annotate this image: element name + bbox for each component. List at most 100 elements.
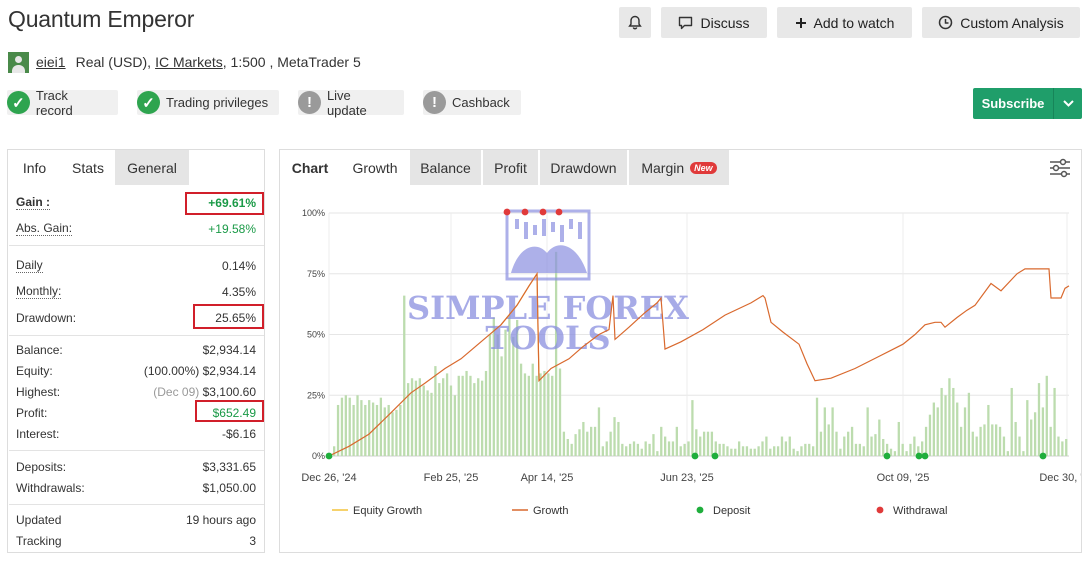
deposit-marker bbox=[915, 452, 923, 460]
y-tick-label: 50% bbox=[307, 330, 325, 340]
watermark-candle bbox=[560, 225, 564, 242]
clock-icon bbox=[939, 15, 953, 30]
legend-label: Deposit bbox=[713, 505, 750, 517]
broker-link[interactable]: IC Markets bbox=[155, 54, 223, 70]
withdrawal-marker bbox=[555, 208, 563, 216]
profit-bar bbox=[734, 448, 737, 456]
profit-bar bbox=[531, 363, 534, 456]
profit-bar bbox=[636, 443, 640, 456]
user-link[interactable]: eiei1 bbox=[36, 54, 66, 70]
profit-bar bbox=[784, 441, 788, 456]
profit-bar bbox=[664, 436, 667, 456]
profit-bar bbox=[601, 446, 604, 456]
profit-bar bbox=[761, 441, 764, 456]
tab-balance[interactable]: Balance bbox=[410, 150, 481, 185]
tab-profit[interactable]: Profit bbox=[483, 150, 538, 185]
profit-bar bbox=[352, 404, 355, 456]
tab-general[interactable]: General bbox=[115, 150, 189, 185]
stat-label: Tracking bbox=[16, 534, 62, 548]
profit-bar bbox=[430, 392, 433, 456]
profit-bar bbox=[558, 368, 562, 456]
settings-sliders-icon[interactable] bbox=[1049, 158, 1071, 178]
avatar[interactable] bbox=[8, 51, 29, 73]
profit-bar bbox=[438, 383, 441, 456]
badge-trading-privileges[interactable]: ✓ Trading privileges bbox=[137, 90, 279, 115]
profit-bar bbox=[726, 446, 729, 456]
profit-bar bbox=[1053, 387, 1056, 456]
stat-value: $3,331.65 bbox=[202, 460, 256, 474]
badge-label: Trading privileges bbox=[166, 95, 269, 110]
tab-growth[interactable]: Growth bbox=[342, 150, 408, 185]
stat-deposits: Deposits: $3,331.65 bbox=[16, 457, 256, 477]
profit-bar bbox=[749, 448, 752, 456]
profit-bar bbox=[551, 375, 554, 456]
custom-analysis-button[interactable]: Custom Analysis bbox=[922, 7, 1080, 38]
profit-bar bbox=[632, 441, 636, 456]
tab-margin[interactable]: Margin New bbox=[629, 150, 729, 185]
profit-bar bbox=[473, 383, 476, 456]
tab-info[interactable]: Info bbox=[8, 150, 61, 185]
badge-cashback[interactable]: ! Cashback bbox=[423, 90, 521, 115]
chart-tabs: Chart Growth Balance Profit Drawdown Mar… bbox=[280, 150, 731, 185]
profit-bar bbox=[368, 400, 371, 456]
stat-highest: Highest: (Dec 09) $3,100.60 bbox=[16, 382, 256, 402]
profit-bar bbox=[644, 441, 647, 456]
badge-track-record[interactable]: ✓ Track record bbox=[7, 88, 118, 118]
notify-button[interactable] bbox=[619, 7, 651, 38]
stat-value: 4.35% bbox=[221, 285, 256, 299]
chat-icon bbox=[679, 16, 693, 29]
profit-bar bbox=[442, 378, 445, 456]
stat-value: +19.58% bbox=[208, 222, 256, 236]
watermark-bull-bear bbox=[511, 245, 587, 273]
divider bbox=[9, 504, 264, 505]
profit-bar bbox=[414, 380, 418, 456]
profit-bar bbox=[808, 443, 811, 456]
profit-bar bbox=[956, 402, 959, 456]
subscribe-button[interactable]: Subscribe bbox=[973, 88, 1082, 119]
profit-bar bbox=[905, 451, 908, 456]
highlight-box bbox=[195, 400, 264, 422]
profit-bar bbox=[811, 446, 815, 456]
profit-bar bbox=[434, 366, 437, 456]
add-to-watch-button[interactable]: Add to watch bbox=[777, 7, 912, 38]
stat-equity: Equity: (100.00%) $2,934.14 bbox=[16, 361, 256, 381]
profit-bar bbox=[687, 441, 690, 456]
stat-tracking: Tracking 3 bbox=[16, 531, 256, 551]
stat-label: Monthly: bbox=[16, 284, 62, 299]
discuss-label: Discuss bbox=[700, 14, 750, 31]
profit-bar bbox=[854, 443, 858, 456]
stat-value: $2,934.14 bbox=[202, 364, 256, 378]
profit-bar bbox=[426, 390, 429, 456]
stat-monthly: Monthly: 4.35% bbox=[16, 282, 256, 302]
profit-bar bbox=[1014, 421, 1017, 456]
discuss-button[interactable]: Discuss bbox=[661, 7, 767, 38]
profit-bar bbox=[745, 446, 749, 456]
profit-bar bbox=[597, 407, 601, 456]
profit-bar bbox=[691, 400, 694, 456]
tab-stats[interactable]: Stats bbox=[61, 150, 115, 185]
profit-bar bbox=[523, 373, 527, 456]
profit-bar bbox=[874, 434, 877, 456]
stat-interest: Interest: -$6.16 bbox=[16, 424, 256, 444]
stat-value: 0.14% bbox=[221, 259, 256, 273]
profit-bar bbox=[395, 409, 398, 456]
stat-label: Equity: bbox=[16, 364, 53, 378]
tab-drawdown[interactable]: Drawdown bbox=[540, 150, 627, 185]
exclamation-icon: ! bbox=[423, 91, 446, 114]
deposit-marker bbox=[921, 452, 929, 460]
badge-live-update[interactable]: ! Live update bbox=[298, 88, 404, 118]
profit-bar bbox=[971, 431, 974, 456]
stat-label: Highest: bbox=[16, 385, 61, 399]
profit-bar bbox=[695, 429, 698, 456]
profit-bar bbox=[656, 451, 659, 456]
profit-bar bbox=[773, 446, 776, 456]
profit-bar bbox=[979, 426, 982, 456]
tab-chart[interactable]: Chart bbox=[280, 150, 340, 185]
profit-bar bbox=[625, 446, 628, 456]
profit-bar bbox=[944, 395, 947, 456]
profit-bar bbox=[1002, 436, 1006, 456]
tab-margin-label: Margin bbox=[641, 159, 685, 176]
profit-bar bbox=[445, 373, 449, 456]
profit-bar bbox=[936, 407, 939, 456]
subscribe-dropdown[interactable] bbox=[1053, 88, 1082, 119]
